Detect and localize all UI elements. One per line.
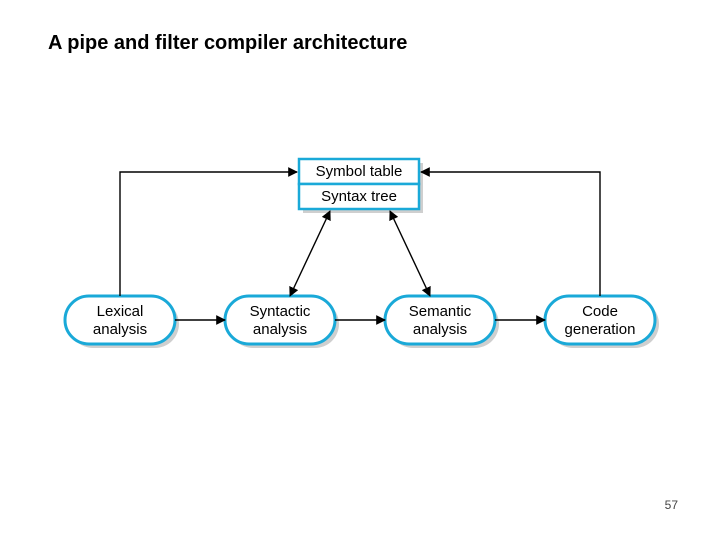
syntactic-label-2: analysis [253, 321, 307, 338]
arrow-lexical-shared [120, 172, 297, 296]
syntax-tree-label: Syntax tree [321, 188, 397, 205]
page-title: A pipe and filter compiler architecture [48, 32, 407, 55]
semantic-label-2: analysis [413, 321, 467, 338]
arrow-semantic-shared [390, 211, 430, 296]
page-number: 57 [665, 498, 678, 512]
syntactic-label-1: Syntactic [250, 303, 311, 320]
lexical-label-2: analysis [93, 321, 147, 338]
compiler-diagram: Symbol table Syntax tree Lexical analysi… [60, 150, 660, 380]
semantic-label-1: Semantic [409, 303, 472, 320]
codegen-label-2: generation [565, 321, 636, 338]
arrow-codegen-shared [421, 172, 600, 296]
lexical-label-1: Lexical [97, 303, 144, 320]
arrow-syntactic-shared [290, 211, 330, 296]
codegen-label-1: Code [582, 303, 618, 320]
symbol-table-label: Symbol table [316, 163, 403, 180]
